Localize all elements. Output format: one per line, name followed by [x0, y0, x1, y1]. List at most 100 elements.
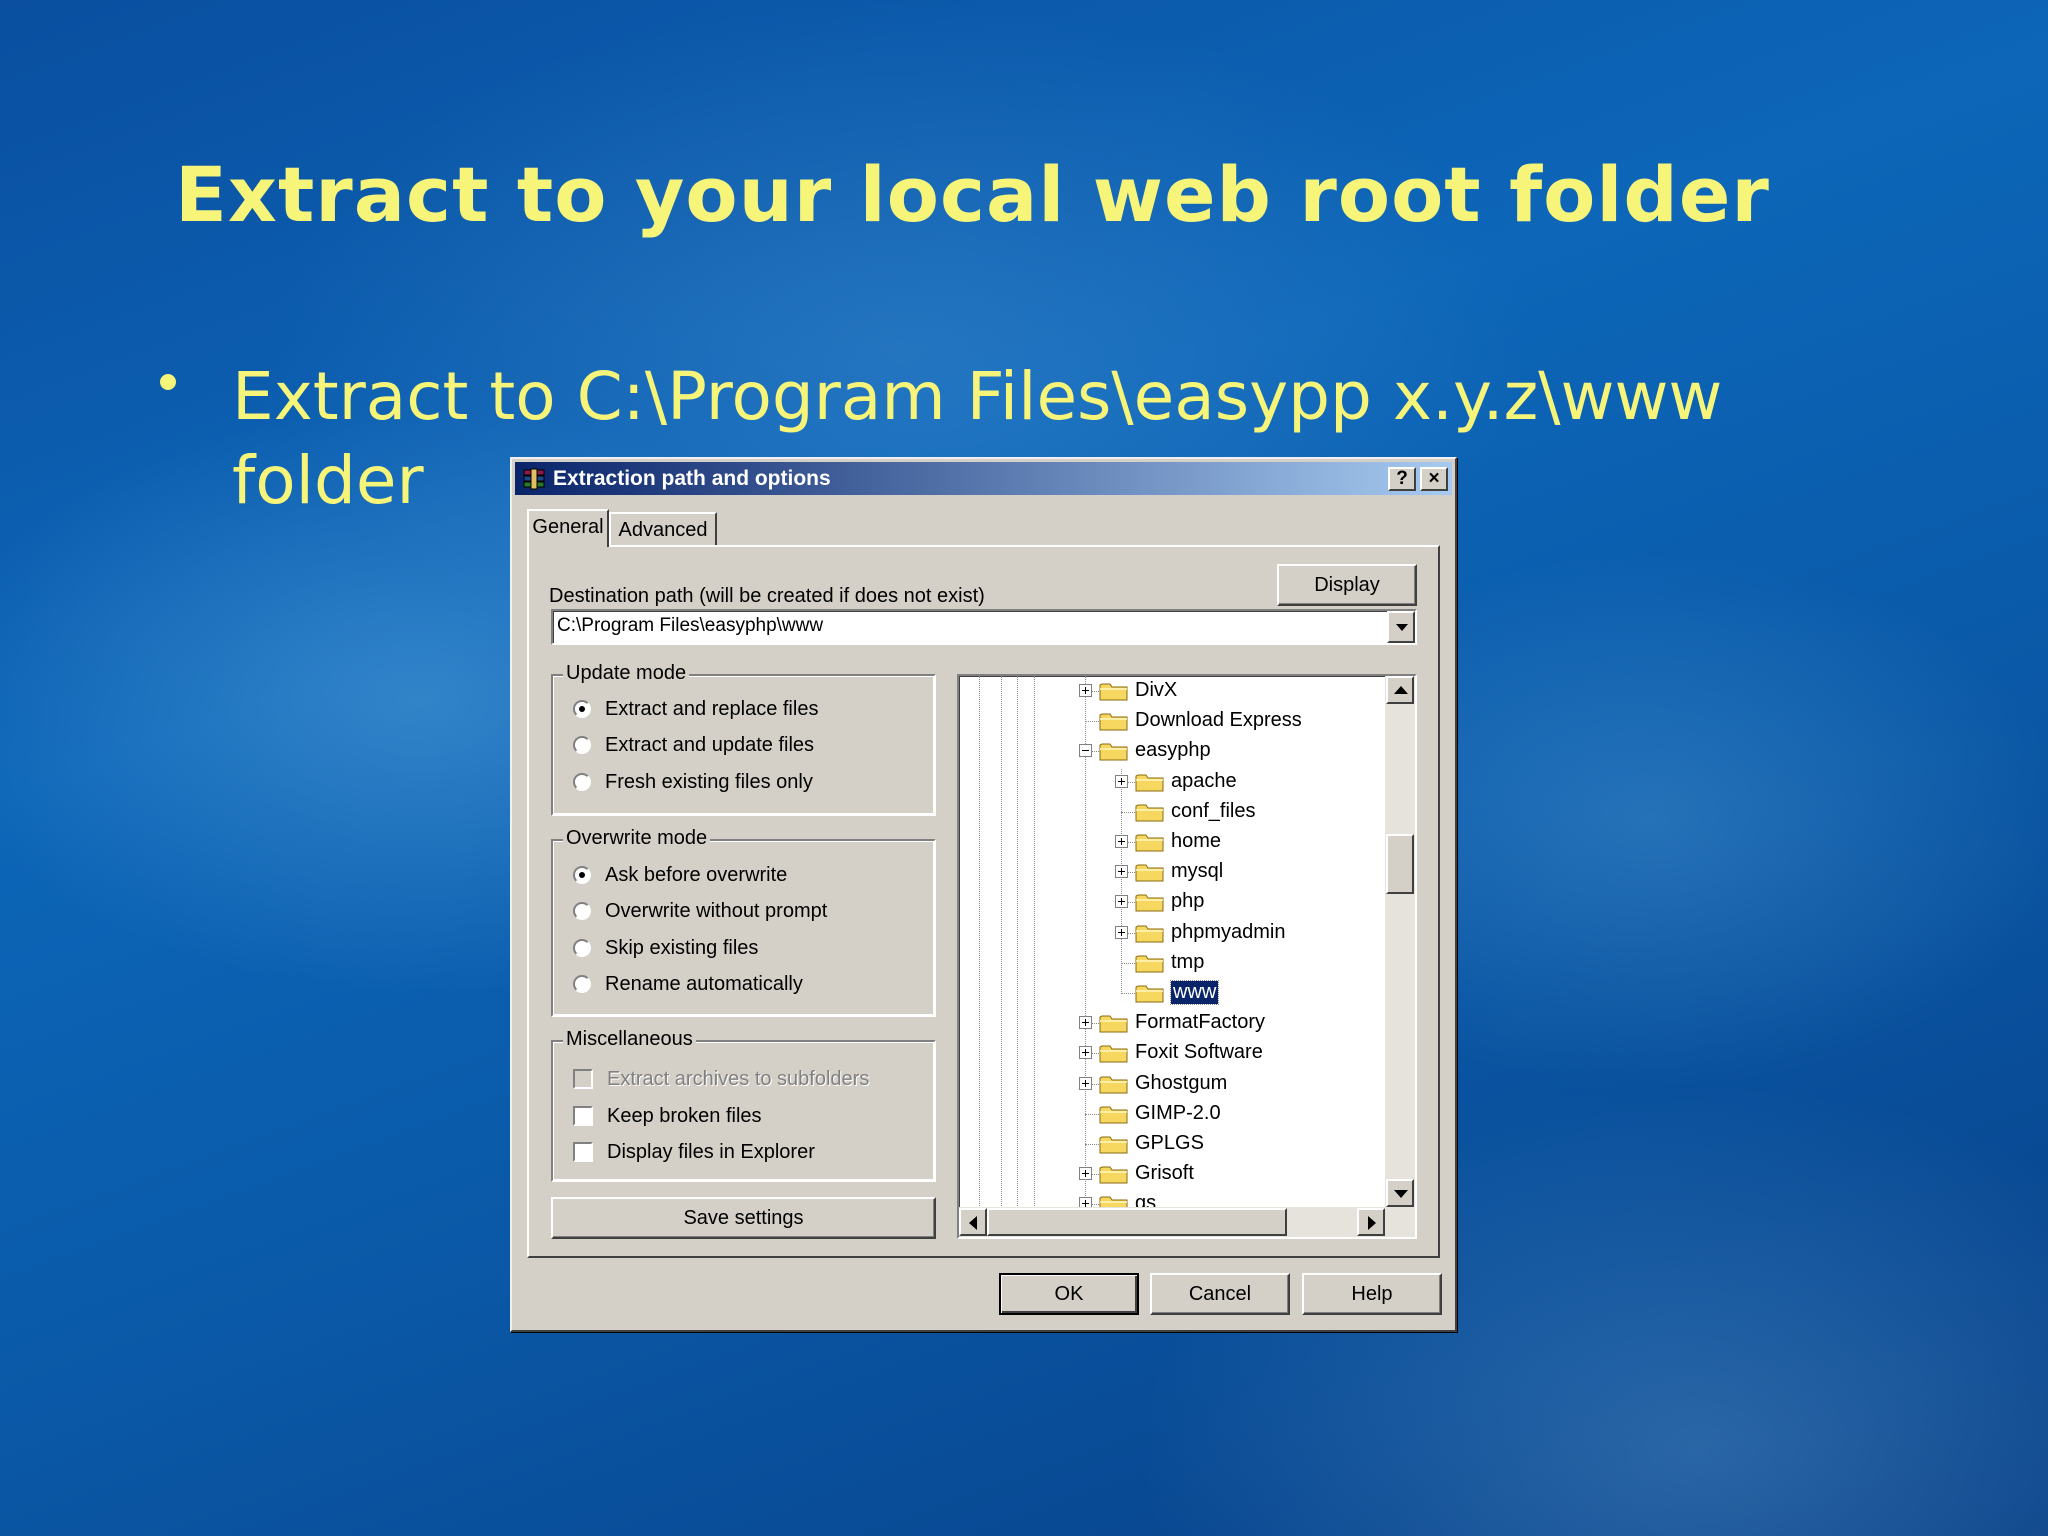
tree-node-label[interactable]: www [1169, 980, 1220, 1005]
scroll-down-button[interactable] [1386, 1179, 1414, 1207]
scroll-up-button[interactable] [1386, 676, 1414, 704]
tree-node-label[interactable]: php [1171, 890, 1204, 913]
destination-path-combobox[interactable]: C:\Program Files\easyphp\www [551, 609, 1417, 645]
slide-title: Extract to your local web root folder [175, 150, 1770, 239]
arrow-down-icon [1394, 1190, 1408, 1198]
arrow-right-icon [1368, 1216, 1376, 1230]
tree-guide-line [1121, 768, 1122, 992]
checkbox-display-explorer[interactable]: Display files in Explorer [573, 1141, 815, 1164]
tree-guide-line [1085, 721, 1099, 723]
dialog-titlebar[interactable]: Extraction path and options ? × [515, 462, 1452, 495]
folder-icon [1099, 1015, 1128, 1033]
tree-node-label[interactable]: mysql [1171, 860, 1223, 883]
radio-icon[interactable] [573, 975, 591, 993]
cancel-button[interactable]: Cancel [1150, 1273, 1290, 1315]
radio-icon[interactable] [573, 736, 591, 754]
radio-rename-automatically[interactable]: Rename automatically [573, 973, 803, 996]
expand-plus-icon[interactable] [1115, 925, 1128, 939]
vertical-scrollbar[interactable] [1385, 676, 1415, 1207]
tree-node-label[interactable]: Grisoft [1135, 1162, 1194, 1185]
overwrite-mode-group: Overwrite mode Ask before overwrite Over… [551, 827, 936, 1017]
checkbox-icon [573, 1069, 593, 1089]
folder-icon [1135, 894, 1164, 912]
extraction-dialog: Extraction path and options ? × General … [510, 457, 1457, 1332]
folder-icon [1099, 1106, 1128, 1124]
radio-icon[interactable] [573, 773, 591, 791]
display-button[interactable]: Display [1277, 564, 1417, 606]
tree-node-label[interactable]: phpmyadmin [1171, 921, 1286, 944]
help-button[interactable]: Help [1302, 1273, 1442, 1315]
checkbox-icon[interactable] [573, 1106, 593, 1126]
arrow-left-icon [969, 1216, 977, 1230]
tree-node-label[interactable]: GPLGS [1135, 1132, 1204, 1155]
folder-icon [1099, 1045, 1128, 1063]
radio-icon[interactable] [573, 939, 591, 957]
tree-node-label[interactable]: Foxit Software [1135, 1041, 1263, 1064]
checkbox-keep-broken[interactable]: Keep broken files [573, 1105, 762, 1128]
update-mode-title: Update mode [563, 662, 690, 685]
expand-plus-icon[interactable] [1115, 895, 1128, 909]
expand-plus-icon[interactable] [1079, 1167, 1092, 1181]
scroll-right-button[interactable] [1357, 1208, 1385, 1236]
expand-plus-icon[interactable] [1115, 835, 1128, 848]
folder-tree[interactable]: DivX Download Express easyphp apache conf_fi… [957, 674, 1417, 1239]
close-button[interactable]: × [1420, 467, 1448, 491]
radio-extract-replace[interactable]: Extract and replace files [573, 698, 818, 721]
expand-plus-icon[interactable] [1115, 865, 1128, 879]
tree-node-label[interactable]: GIMP-2.0 [1135, 1102, 1221, 1125]
winrar-archive-icon [523, 468, 545, 490]
radio-ask-before-overwrite[interactable]: Ask before overwrite [573, 864, 787, 887]
tree-guide-line [1001, 676, 1002, 1216]
expand-plus-icon[interactable] [1079, 684, 1092, 697]
tree-guide-line [1085, 1113, 1099, 1115]
radio-skip-existing[interactable]: Skip existing files [573, 937, 758, 960]
destination-path-label: Destination path (will be created if doe… [549, 585, 985, 607]
horizontal-scroll-thumb[interactable] [987, 1208, 1287, 1236]
scroll-left-button[interactable] [959, 1208, 987, 1236]
path-dropdown-button[interactable] [1387, 611, 1415, 643]
collapse-minus-icon[interactable] [1079, 744, 1092, 758]
tree-node-label[interactable]: apache [1171, 770, 1237, 793]
tree-node-label[interactable]: Ghostgum [1135, 1072, 1227, 1095]
tab-general[interactable]: General [527, 509, 609, 547]
tree-node-label[interactable]: DivX [1135, 679, 1177, 702]
radio-selected-icon[interactable] [573, 866, 591, 884]
radio-icon[interactable] [573, 902, 591, 920]
destination-path-input[interactable]: C:\Program Files\easyphp\www [557, 615, 823, 637]
miscellaneous-title: Miscellaneous [563, 1028, 696, 1051]
arrow-up-icon [1394, 686, 1408, 694]
general-tab-panel: Destination path (will be created if doe… [527, 545, 1440, 1258]
tree-guide-line [1085, 1144, 1099, 1145]
folder-icon [1135, 834, 1164, 852]
tab-advanced[interactable]: Advanced [609, 512, 717, 546]
folder-icon [1099, 713, 1128, 731]
checkbox-extract-subfolders: Extract archives to subfolders [573, 1068, 869, 1091]
radio-fresh-only[interactable]: Fresh existing files only [573, 771, 813, 794]
checkbox-icon[interactable] [573, 1142, 593, 1162]
tree-node-label[interactable]: FormatFactory [1135, 1011, 1265, 1034]
tree-node-label[interactable]: tmp [1171, 951, 1204, 974]
bullet-dot [160, 374, 176, 390]
folder-icon [1099, 1166, 1128, 1184]
expand-plus-icon[interactable] [1079, 1046, 1092, 1060]
tree-guide-line [979, 676, 980, 1216]
expand-plus-icon[interactable] [1115, 774, 1128, 788]
save-settings-button[interactable]: Save settings [551, 1197, 936, 1239]
folder-icon [1135, 985, 1164, 1003]
expand-plus-icon[interactable] [1079, 1016, 1092, 1030]
radio-extract-update[interactable]: Extract and update files [573, 734, 814, 757]
radio-overwrite-without-prompt[interactable]: Overwrite without prompt [573, 900, 827, 923]
tree-node-label[interactable]: easyphp [1135, 739, 1211, 762]
tree-node-label[interactable]: home [1171, 830, 1221, 853]
tree-guide-line [1017, 676, 1018, 1216]
vertical-scroll-thumb[interactable] [1386, 834, 1414, 894]
help-title-button[interactable]: ? [1388, 467, 1416, 491]
tree-guide-line [1121, 993, 1135, 994]
tree-node-label[interactable]: conf_files [1171, 800, 1256, 823]
radio-selected-icon[interactable] [573, 700, 591, 718]
horizontal-scrollbar[interactable] [959, 1207, 1415, 1237]
ok-button[interactable]: OK [999, 1273, 1139, 1315]
folder-icon [1099, 1076, 1128, 1094]
tree-node-label[interactable]: Download Express [1135, 709, 1302, 732]
expand-plus-icon[interactable] [1079, 1076, 1092, 1090]
